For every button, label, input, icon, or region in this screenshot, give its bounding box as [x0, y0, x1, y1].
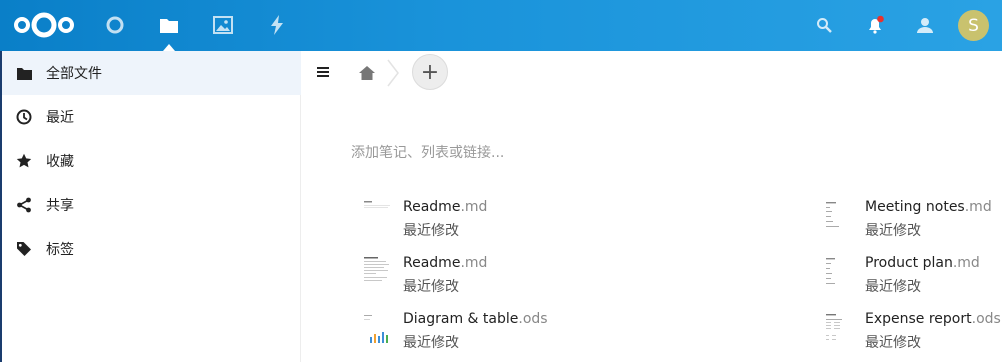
rich-workspace-notes-placeholder[interactable]: 添加笔记、列表或链接...	[351, 142, 504, 162]
recommended-file[interactable]: Diagram & table.ods 最近修改	[362, 311, 562, 355]
file-thumbnail	[824, 199, 854, 237]
recommended-file[interactable]: Readme.md 最近修改	[362, 255, 562, 299]
file-subtitle: 最近修改	[865, 335, 921, 351]
file-name: Meeting notes.md	[865, 199, 992, 215]
sidebar-item-all-files[interactable]: 全部文件	[2, 51, 301, 95]
tag-icon	[16, 241, 32, 257]
recommended-file[interactable]: Meeting notes.md 最近修改	[824, 199, 1002, 243]
sidebar-item-label: 标签	[46, 242, 74, 258]
file-thumbnail	[362, 199, 392, 237]
sidebar-item-label: 最近	[46, 110, 74, 126]
sidebar-item-favorites[interactable]: 收藏	[2, 139, 301, 183]
notifications-bell-icon[interactable]	[863, 13, 887, 37]
file-subtitle: 最近修改	[865, 223, 921, 239]
recommended-file[interactable]: Expense report.ods 最近修改	[824, 311, 1002, 355]
sidebar-item-label: 全部文件	[46, 66, 102, 82]
file-name: Expense report.ods	[865, 311, 1001, 327]
file-thumbnail	[362, 311, 392, 349]
contacts-icon[interactable]	[913, 13, 937, 37]
sidebar-item-label: 共享	[46, 198, 74, 214]
file-thumbnail	[824, 255, 854, 293]
file-thumbnail	[824, 311, 854, 349]
recommended-file[interactable]: Product plan.md 最近修改	[824, 255, 1002, 299]
file-name: Readme.md	[403, 199, 488, 215]
file-subtitle: 最近修改	[403, 223, 459, 239]
star-icon	[16, 153, 32, 169]
sidebar-item-shares[interactable]: 共享	[2, 183, 301, 227]
share-icon	[16, 197, 32, 213]
new-file-add-button[interactable]: +	[412, 54, 448, 90]
photos-image-icon[interactable]	[211, 13, 235, 37]
file-thumbnail	[362, 255, 392, 293]
active-app-marker	[163, 44, 175, 51]
nextcloud-logo[interactable]	[13, 10, 75, 40]
recommended-file[interactable]: Readme.md 最近修改	[362, 199, 562, 243]
folder-icon	[16, 65, 32, 81]
files-controls: +	[302, 51, 1002, 95]
user-avatar[interactable]: S	[958, 10, 989, 41]
file-subtitle: 最近修改	[403, 335, 459, 351]
top-header: S	[0, 0, 1002, 51]
breadcrumb-separator	[386, 59, 400, 87]
dashboard-circle-icon[interactable]	[103, 13, 127, 37]
file-subtitle: 最近修改	[865, 279, 921, 295]
file-name: Diagram & table.ods	[403, 311, 548, 327]
sidebar-item-tags[interactable]: 标签	[2, 227, 301, 271]
activity-lightning-icon[interactable]	[265, 13, 289, 37]
file-name: Readme.md	[403, 255, 488, 271]
clock-icon	[16, 109, 32, 125]
file-name: Product plan.md	[865, 255, 980, 271]
files-folder-icon[interactable]	[157, 13, 181, 37]
search-icon[interactable]	[812, 13, 836, 37]
app-navigation: 全部文件 最近 收藏 共享 标签	[2, 51, 301, 362]
file-subtitle: 最近修改	[403, 279, 459, 295]
sidebar-item-label: 收藏	[46, 154, 74, 170]
sidebar-item-recent[interactable]: 最近	[2, 95, 301, 139]
home-icon[interactable]	[358, 64, 376, 82]
hamburger-menu-icon[interactable]	[316, 64, 332, 80]
